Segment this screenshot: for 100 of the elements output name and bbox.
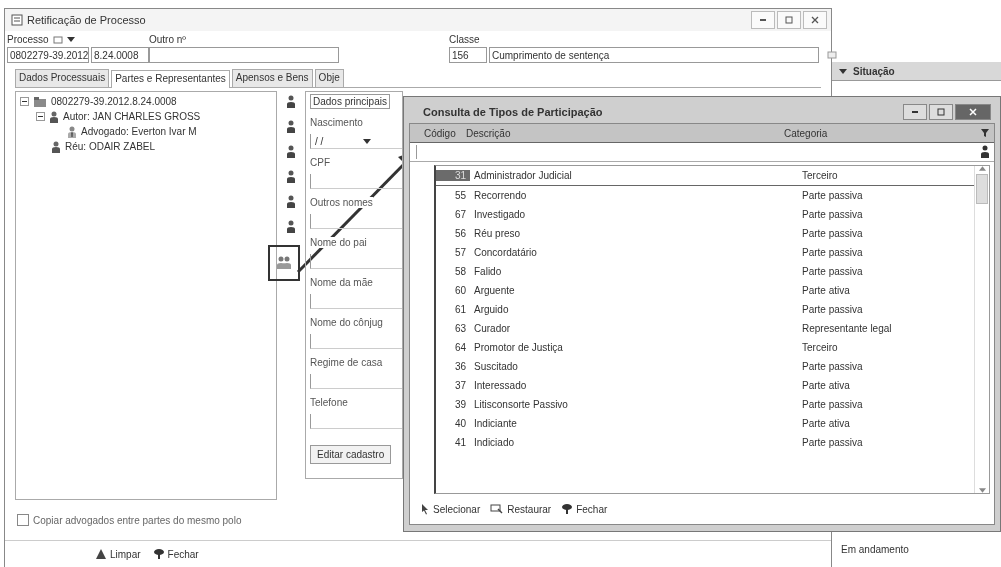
process-number-field[interactable]: 0802279-39.2012	[7, 47, 89, 63]
column-header[interactable]: Descrição	[462, 127, 784, 139]
lookup-icon[interactable]	[827, 50, 837, 60]
column-header[interactable]: Categoria	[784, 127, 980, 139]
form-icon	[11, 14, 23, 26]
field-label: Nome da mãe	[310, 277, 373, 288]
input-field[interactable]	[310, 214, 402, 229]
tab[interactable]: Partes e Representantes	[111, 70, 230, 88]
person-icon[interactable]	[980, 145, 990, 159]
table-row[interactable]: 61 Arguido Parte passiva	[436, 300, 974, 319]
column-header[interactable]: Situação	[853, 65, 895, 77]
minimize-button[interactable]	[903, 104, 927, 120]
table-row[interactable]: 60 Arguente Parte ativa	[436, 281, 974, 300]
code-cell-text: 61	[453, 304, 467, 315]
other-number-field[interactable]	[149, 47, 339, 63]
dropdown-caret-icon[interactable]	[363, 138, 372, 144]
code-cell-text: 67	[453, 209, 467, 220]
field-label: Nascimento	[310, 117, 363, 128]
category-cell-text: Parte passiva	[802, 304, 864, 315]
date-field[interactable]: / /	[310, 134, 402, 149]
minimize-icon	[912, 111, 918, 113]
table-row[interactable]: 55 Recorrendo Parte passiva	[436, 186, 974, 205]
code-cell-text: 37	[453, 380, 467, 391]
table-row[interactable]: 40 Indiciante Parte ativa	[436, 414, 974, 433]
table-row[interactable]: 63 Curador Representante legal	[436, 319, 974, 338]
close-button[interactable]	[955, 104, 991, 120]
toolbar-button[interactable]: Fechar	[561, 503, 608, 515]
collapse-icon[interactable]	[20, 97, 29, 106]
table-row[interactable]: 58 Falido Parte passiva	[436, 262, 974, 281]
input-field[interactable]	[310, 174, 402, 189]
toolbar-button[interactable]: Restaurar	[490, 503, 552, 515]
edit-button[interactable]: Editar cadastro	[310, 445, 392, 464]
code-cell-text: 36	[453, 361, 467, 372]
category-cell-text: Parte passiva	[802, 228, 864, 239]
triangle-icon	[95, 548, 107, 560]
tree-item[interactable]: Advogado: Everton Ivar M	[81, 126, 197, 137]
input-field[interactable]	[310, 414, 402, 429]
close-button[interactable]	[803, 11, 827, 29]
category-cell-text: Parte passiva	[802, 266, 864, 277]
description-cell-text: Promotor de Justiça	[473, 342, 564, 353]
input-field[interactable]	[310, 374, 402, 389]
table-row[interactable]: 37 Interessado Parte ativa	[436, 376, 974, 395]
table-row[interactable]: 39 Litisconsorte Passivo Parte passiva	[436, 395, 974, 414]
scroll-down-icon[interactable]	[978, 488, 986, 493]
scroll-up-icon[interactable]	[978, 166, 986, 171]
window-title: Retificação de Processo	[27, 14, 146, 26]
table-row[interactable]: 64 Promotor de Justiça Terceiro	[436, 338, 974, 357]
toggle-icon[interactable]	[52, 35, 63, 44]
field-label: CPF	[310, 157, 330, 168]
table-row[interactable]: 57 Concordatário Parte passiva	[436, 243, 974, 262]
tab[interactable]: Obje	[314, 69, 344, 87]
toolbar-button[interactable]: Limpar	[95, 548, 141, 560]
person-icon[interactable]	[286, 120, 296, 134]
description-cell-text: Litisconsorte Passivo	[473, 399, 569, 410]
person-icon[interactable]	[286, 95, 296, 109]
description-cell-text: Recorrendo	[473, 190, 528, 201]
input-field[interactable]	[310, 254, 402, 269]
cursor-icon	[420, 503, 430, 515]
toolbar-button[interactable]: Fechar	[152, 548, 199, 560]
people-tool-button[interactable]	[268, 245, 300, 281]
process-suffix-field[interactable]: 8.24.0008	[91, 47, 149, 63]
field-label: Outro nº	[149, 34, 186, 45]
code-cell-text: 39	[453, 399, 467, 410]
field-label: Telefone	[310, 397, 348, 408]
filter-icon[interactable]	[980, 128, 990, 138]
checkbox[interactable]	[17, 514, 29, 526]
description-cell-text: Falido	[473, 266, 503, 277]
window-arrow-icon	[490, 503, 505, 515]
door-sign-icon	[561, 503, 574, 515]
code-cell-text: 41	[453, 437, 467, 448]
person-icon[interactable]	[286, 170, 296, 184]
scrollbar[interactable]	[974, 166, 989, 493]
table-row[interactable]: 56 Réu preso Parte passiva	[436, 224, 974, 243]
tree-item[interactable]: Réu: ODAIR ZABEL	[65, 141, 156, 152]
tree-item[interactable]: 0802279-39.2012.8.24.0008	[51, 96, 177, 107]
table-row[interactable]: 67 Investigado Parte passiva	[436, 205, 974, 224]
dropdown-caret-icon[interactable]	[839, 68, 847, 74]
category-cell-text: Parte ativa	[802, 285, 851, 296]
person-icon[interactable]	[286, 220, 296, 234]
tree-item[interactable]: Autor: JAN CHARLES GROSS	[63, 111, 201, 122]
scroll-thumb[interactable]	[976, 174, 988, 204]
table-row[interactable]: 36 Suscitado Parte passiva	[436, 357, 974, 376]
category-cell-text: Parte passiva	[802, 190, 864, 201]
minimize-button[interactable]	[751, 11, 775, 29]
person-icon[interactable]	[286, 195, 296, 209]
description-cell-text: Interessado	[473, 380, 528, 391]
collapse-icon[interactable]	[36, 112, 45, 121]
toolbar-button[interactable]: Selecionar	[420, 503, 481, 515]
class-code-field[interactable]: 156	[449, 47, 487, 63]
tab[interactable]: Dados Processuais	[15, 69, 110, 87]
column-header[interactable]: Código	[410, 127, 462, 139]
table-row[interactable]: 41 Indiciado Parte passiva	[436, 433, 974, 452]
person-with-tie-icon	[67, 125, 77, 138]
tab[interactable]: Apensos e Bens	[231, 69, 313, 87]
person-icon[interactable]	[286, 145, 296, 159]
table-row[interactable]: 31 Administrador Judicial Terceiro	[436, 166, 974, 186]
input-field[interactable]	[310, 334, 402, 349]
class-name-field[interactable]: Cumprimento de sentença	[489, 47, 819, 63]
input-field[interactable]	[310, 294, 402, 309]
dropdown-caret-icon[interactable]	[66, 37, 75, 42]
